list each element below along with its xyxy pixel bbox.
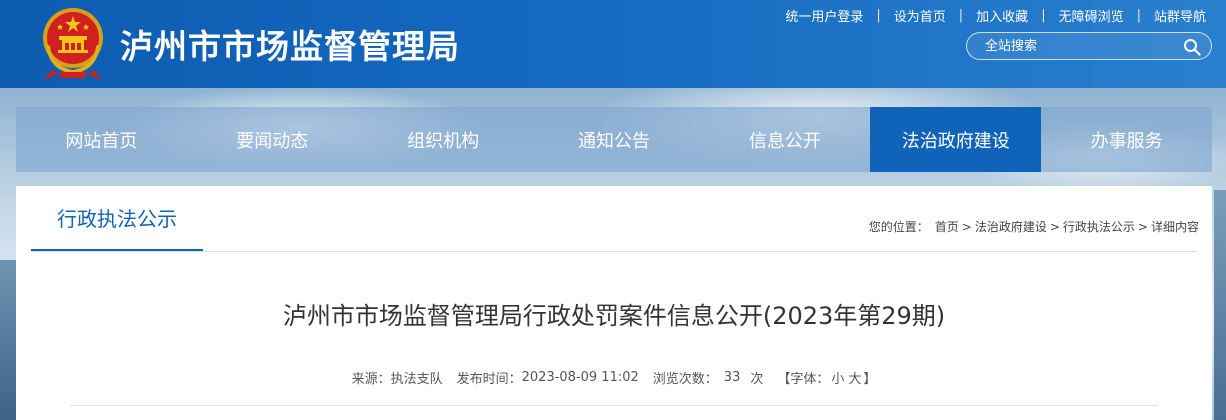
divider bbox=[31, 251, 1197, 252]
font-size-close: 】 bbox=[863, 372, 877, 387]
search-icon[interactable] bbox=[1183, 38, 1201, 56]
nav-item-services[interactable]: 办事服务 bbox=[1041, 107, 1212, 172]
section-tab[interactable]: 行政执法公示 bbox=[31, 186, 203, 252]
login-link[interactable]: 统一用户登录 bbox=[785, 6, 863, 25]
source-value: 执法支队 bbox=[390, 372, 443, 387]
font-large-button[interactable]: 大 bbox=[848, 368, 861, 387]
breadcrumb-detail: 详细内容 bbox=[1150, 220, 1199, 234]
national-emblem-icon bbox=[43, 8, 103, 80]
nav-item-info-disclosure[interactable]: 信息公开 bbox=[699, 107, 870, 172]
breadcrumb-rule-of-law[interactable]: 法治政府建设 bbox=[975, 218, 1047, 235]
separator: | bbox=[1041, 7, 1046, 23]
main-nav: 网站首页 要闻动态 组织机构 通知公告 信息公开 法治政府建设 办事服务 bbox=[16, 107, 1212, 172]
breadcrumb-enforcement[interactable]: 行政执法公示 bbox=[1063, 218, 1135, 235]
article-meta: 来源： 执法支队 发布时间： 2023-08-09 11:02 浏览次数： 33… bbox=[16, 368, 1212, 387]
font-small-button[interactable]: 小 bbox=[831, 368, 844, 387]
separator: | bbox=[1136, 7, 1141, 23]
publish-value: 2023-08-09 11:02 bbox=[521, 370, 639, 385]
article-title: 泸州市市场监督管理局行政处罚案件信息公开(2023年第29期) bbox=[282, 302, 946, 330]
nav-item-home[interactable]: 网站首页 bbox=[16, 107, 187, 172]
background-building-right bbox=[1214, 190, 1226, 420]
breadcrumb-arrow: > bbox=[961, 219, 972, 234]
breadcrumb-label: 您的位置： bbox=[868, 220, 929, 234]
separator: | bbox=[876, 7, 881, 23]
views-unit: 次 bbox=[750, 372, 764, 387]
breadcrumb-arrow: > bbox=[1137, 219, 1148, 234]
nav-item-news[interactable]: 要闻动态 bbox=[187, 107, 358, 172]
search-box bbox=[966, 32, 1212, 60]
add-favorite-link[interactable]: 加入收藏 bbox=[976, 6, 1028, 25]
breadcrumb: 您的位置： 首页 > 法治政府建设 > 行政执法公示 > 详细内容 bbox=[869, 218, 1199, 235]
site-title: 泸州市市场监督管理局 bbox=[120, 27, 460, 66]
divider bbox=[71, 405, 1157, 406]
font-size-label: 【字体： bbox=[777, 372, 830, 387]
nav-item-organization[interactable]: 组织机构 bbox=[358, 107, 529, 172]
site-header: 泸州市市场监督管理局 统一用户登录 | 设为首页 | 加入收藏 | 无障碍浏览 … bbox=[0, 0, 1226, 88]
accessibility-link[interactable]: 无障碍浏览 bbox=[1059, 6, 1124, 25]
set-homepage-link[interactable]: 设为首页 bbox=[894, 6, 946, 25]
publish-label: 发布时间： bbox=[456, 372, 522, 387]
views-label: 浏览次数： bbox=[652, 372, 718, 387]
top-links-bar: 统一用户登录 | 设为首页 | 加入收藏 | 无障碍浏览 | 站群导航 bbox=[785, 5, 1206, 25]
separator: | bbox=[958, 7, 964, 23]
breadcrumb-arrow: > bbox=[1049, 219, 1060, 234]
views-value: 33 bbox=[723, 370, 741, 385]
content-panel: 行政执法公示 您的位置： 首页 > 法治政府建设 > 行政执法公示 > 详细内容… bbox=[16, 186, 1212, 420]
search-input[interactable] bbox=[985, 37, 1175, 55]
source-label: 来源： bbox=[351, 372, 391, 387]
site-group-nav-link[interactable]: 站群导航 bbox=[1154, 6, 1206, 25]
breadcrumb-home[interactable]: 首页 bbox=[935, 218, 959, 235]
nav-item-notices[interactable]: 通知公告 bbox=[529, 107, 700, 172]
nav-item-rule-of-law[interactable]: 法治政府建设 bbox=[870, 107, 1042, 172]
